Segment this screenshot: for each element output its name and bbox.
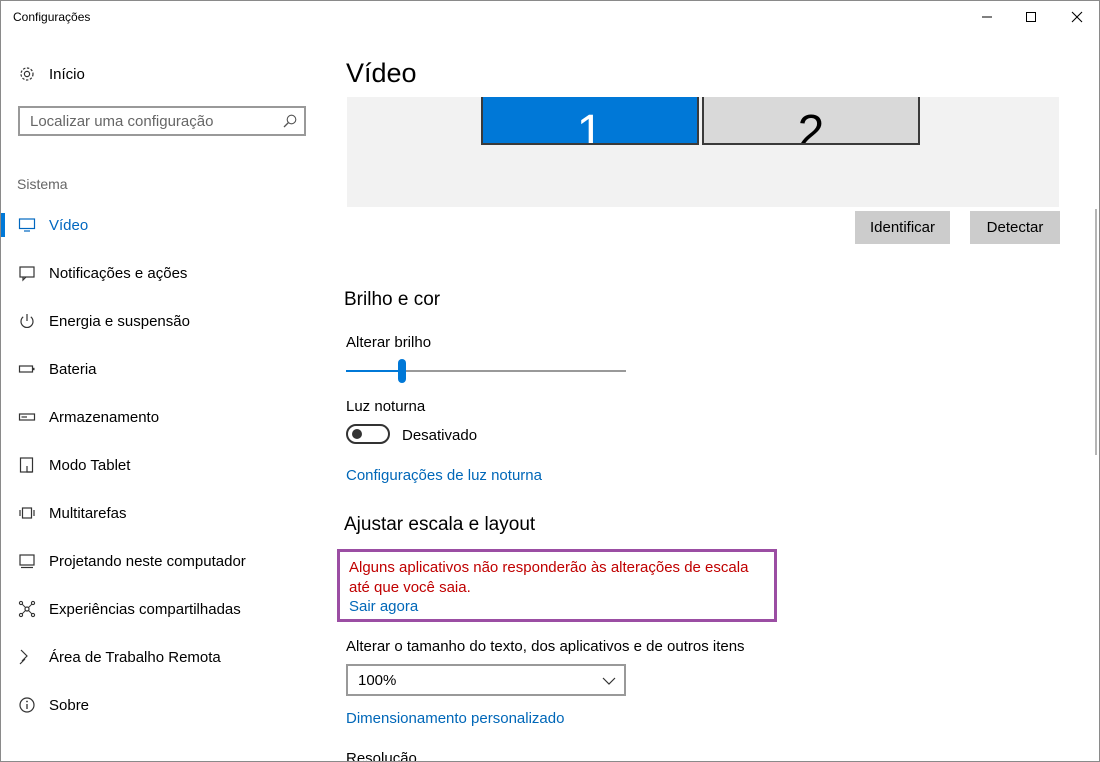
sidebar-item-shared-experiences[interactable]: Experiências compartilhadas bbox=[1, 585, 321, 633]
section-label: Sistema bbox=[17, 176, 68, 192]
sidebar-item-label: Modo Tablet bbox=[49, 456, 131, 474]
night-light-settings-link[interactable]: Configurações de luz noturna bbox=[346, 467, 542, 484]
scale-dropdown[interactable]: 100% bbox=[346, 664, 626, 696]
sidebar-item-label: Armazenamento bbox=[49, 408, 160, 426]
night-light-state: Desativado bbox=[402, 427, 478, 444]
sidebar-item-about[interactable]: Sobre bbox=[1, 681, 321, 729]
scale-heading: Ajustar escala e layout bbox=[344, 514, 536, 535]
detect-button[interactable]: Detectar bbox=[970, 211, 1060, 244]
sidebar-nav: Vídeo Notificações e ações Energia e sus… bbox=[1, 201, 321, 729]
monitor-1[interactable]: 1 bbox=[481, 97, 699, 145]
sidebar-item-battery[interactable]: Bateria bbox=[1, 345, 321, 393]
sidebar-item-label: Área de Trabalho Remota bbox=[49, 648, 221, 666]
close-icon bbox=[1071, 11, 1083, 23]
chevron-down-icon bbox=[602, 674, 616, 688]
toggle-knob bbox=[352, 429, 362, 439]
sidebar-item-power[interactable]: Energia e suspensão bbox=[1, 297, 321, 345]
sidebar-item-label: Notificações e ações bbox=[49, 264, 188, 282]
brightness-label: Alterar brilho bbox=[346, 334, 432, 351]
scale-label: Alterar o tamanho do texto, dos aplicati… bbox=[346, 638, 745, 655]
brightness-slider[interactable] bbox=[346, 359, 626, 383]
sidebar-item-video[interactable]: Vídeo bbox=[1, 201, 321, 249]
settings-window: Configurações Início Sistema bbox=[0, 0, 1100, 762]
sidebar-item-label: Multitarefas bbox=[49, 504, 127, 522]
sidebar-item-label: Energia e suspensão bbox=[49, 312, 190, 330]
custom-scaling-link[interactable]: Dimensionamento personalizado bbox=[346, 710, 564, 727]
sidebar-item-multitasking[interactable]: Multitarefas bbox=[1, 489, 321, 537]
resolution-label: Resolução bbox=[346, 750, 417, 762]
brightness-heading: Brilho e cor bbox=[344, 289, 441, 310]
monitor-2-number: 2 bbox=[797, 106, 825, 145]
scale-dropdown-value: 100% bbox=[358, 672, 397, 689]
minimize-button[interactable] bbox=[964, 1, 1010, 33]
monitor-icon bbox=[17, 215, 37, 235]
slider-thumb[interactable] bbox=[398, 359, 406, 383]
night-light-toggle[interactable] bbox=[346, 424, 390, 444]
page-title: Vídeo bbox=[346, 58, 417, 88]
project-icon bbox=[17, 551, 37, 571]
sidebar-item-label: Sobre bbox=[49, 696, 90, 714]
home-link[interactable]: Início bbox=[17, 63, 85, 85]
multitask-icon bbox=[17, 503, 37, 523]
info-icon bbox=[17, 695, 37, 715]
search-icon[interactable] bbox=[282, 113, 298, 129]
sign-out-link[interactable]: Sair agora bbox=[349, 598, 418, 615]
maximize-icon bbox=[1026, 12, 1036, 22]
monitor-1-number: 1 bbox=[576, 106, 604, 145]
night-light-label: Luz noturna bbox=[346, 398, 426, 415]
title-bar: Configurações bbox=[1, 1, 1099, 33]
storage-icon bbox=[17, 407, 37, 427]
minimize-icon bbox=[982, 16, 992, 18]
sidebar-item-projecting[interactable]: Projetando neste computador bbox=[1, 537, 321, 585]
sidebar-item-remote-desktop[interactable]: Área de Trabalho Remota bbox=[1, 633, 321, 681]
close-button[interactable] bbox=[1054, 1, 1099, 33]
window-title: Configurações bbox=[13, 10, 91, 24]
maximize-button[interactable] bbox=[1008, 1, 1054, 33]
sidebar-item-storage[interactable]: Armazenamento bbox=[1, 393, 321, 441]
gear-icon bbox=[17, 64, 37, 84]
sidebar-item-notifications[interactable]: Notificações e ações bbox=[1, 249, 321, 297]
main-content: Vídeo 1 2 Identificar Detectar Brilho e … bbox=[321, 33, 1099, 762]
message-icon bbox=[17, 263, 37, 283]
scale-warning-text: Alguns aplicativos não responderão às al… bbox=[349, 559, 749, 596]
sidebar-item-tablet-mode[interactable]: Modo Tablet bbox=[1, 441, 321, 489]
battery-icon bbox=[17, 359, 37, 379]
search-box[interactable] bbox=[18, 106, 306, 136]
tablet-icon bbox=[17, 455, 37, 475]
sidebar-item-label: Projetando neste computador bbox=[49, 552, 246, 570]
identify-button[interactable]: Identificar bbox=[855, 211, 950, 244]
sidebar-item-label: Bateria bbox=[49, 360, 97, 378]
share-icon bbox=[17, 599, 37, 619]
sidebar: Início Sistema Vídeo Notificações e açõe… bbox=[1, 33, 321, 761]
sidebar-item-label: Vídeo bbox=[49, 216, 89, 234]
search-input[interactable] bbox=[20, 108, 270, 134]
slider-fill bbox=[346, 370, 402, 372]
home-label: Início bbox=[49, 65, 85, 83]
scrollbar[interactable] bbox=[1095, 209, 1097, 455]
monitor-2[interactable]: 2 bbox=[702, 97, 920, 145]
remote-desktop-icon bbox=[17, 647, 37, 667]
display-arrangement: 1 2 bbox=[347, 97, 1059, 207]
power-icon bbox=[17, 311, 37, 331]
sidebar-item-label: Experiências compartilhadas bbox=[49, 600, 241, 618]
scale-warning-highlight: Alguns aplicativos não responderão às al… bbox=[337, 549, 777, 622]
